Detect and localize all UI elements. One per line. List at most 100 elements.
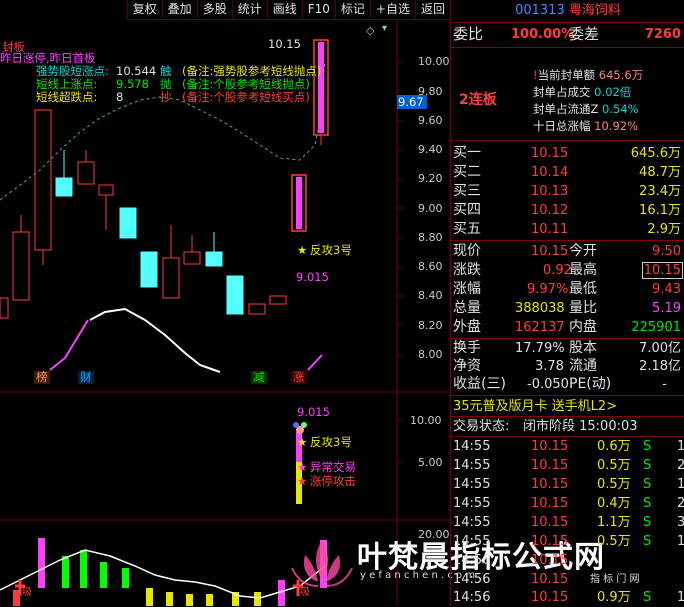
tick-count: 1 [677, 590, 684, 605]
weicha-label: 委差 [569, 25, 600, 43]
sub-annotation: 涨停攻击 [310, 474, 356, 488]
stats-row: 收益(三) -0.050 PE(动) - [451, 375, 684, 394]
trade-status-label: 交易状态: [453, 419, 510, 434]
stock-header: 001313 粤海饲料 [451, 1, 684, 20]
weibi-label: 委比 [453, 25, 484, 43]
stats-label: 流通 [569, 358, 597, 374]
vol-bar [80, 550, 87, 588]
sub-y-tick: 5.00 [418, 456, 443, 469]
toolbar-add-watchlist-button[interactable]: +自选 [369, 0, 415, 20]
toolbar-mark-button[interactable]: 标记 [334, 0, 370, 20]
order-row[interactable]: 买五 10.11 2.9万 [451, 220, 684, 239]
star-icon: ★ [297, 243, 308, 257]
vol-bar [38, 538, 45, 588]
seal-info: !当前封单额 645.6万 封单占成交 0.02倍 封单占流通Z 0.54% 十… [533, 68, 644, 133]
y-tick: 10.00 [418, 55, 450, 68]
order-price: 10.12 [531, 203, 569, 218]
quote-value: 9.97% [527, 282, 569, 297]
vol-bar [206, 594, 213, 606]
tick-price: 10.15 [531, 534, 569, 549]
quote-label: 最高 [569, 262, 597, 278]
quote-row: 涨跌 0.92 最高 10.15 [451, 261, 684, 280]
toolbar-statistics-button[interactable]: 统计 [231, 0, 267, 20]
tick-vol: 0.5万 [597, 458, 631, 473]
stats-label: 股本 [569, 340, 597, 356]
stats-value: 3.78 [535, 359, 564, 374]
order-row[interactable]: 买二 10.14 48.7万 [451, 163, 684, 182]
candle-up [162, 257, 180, 299]
stats-value: -0.050 [527, 377, 569, 392]
toolbar-f10-button[interactable]: F10 [301, 0, 335, 20]
order-row[interactable]: 买四 10.12 16.1万 [451, 201, 684, 220]
tick-side: S [643, 458, 652, 473]
seal-label: 当前封单额 [537, 68, 596, 82]
candle-up [183, 251, 201, 265]
tick-row: 14:55 10.15 1.1万 S 3 [451, 513, 684, 532]
legend-flag: 抄 [160, 90, 172, 104]
toolbar-back-button[interactable]: 返回 [414, 0, 450, 20]
kline-chart[interactable] [0, 20, 450, 606]
tick-price: 10.15 [531, 515, 569, 530]
candle-down [119, 207, 137, 239]
toolbar-multi-stock-button[interactable]: 多股 [196, 0, 232, 20]
quote-value: 388038 [515, 301, 565, 316]
seal-value: 0.02倍 [594, 85, 632, 99]
quote-label: 最低 [569, 281, 597, 297]
order-row[interactable]: 买三 10.13 23.4万 [451, 182, 684, 201]
tick-price: 10.15 [531, 496, 569, 511]
star-icon: ★ [297, 460, 308, 474]
stock-code: 001313 [515, 3, 565, 18]
quote-value: 10.15 [641, 262, 683, 279]
tick-row: 14:55 10.15 0.6万 S 1 [451, 437, 684, 456]
tick-row: 14:56 10.15 0.9万 S 1 [451, 588, 684, 607]
legend-name: 短线超跌点: [36, 90, 98, 104]
quote-value: 0.92 [543, 263, 572, 278]
toolbar-restore-rights-button[interactable]: 复权 [126, 0, 162, 20]
tick-side: S [643, 496, 652, 511]
quote-row: 现价 10.15 今开 9.50 [451, 242, 684, 261]
tick-vol: 0.9万 [597, 590, 631, 605]
sub-price-label: 9.015 [297, 405, 330, 419]
order-row[interactable]: 买一 10.15 645.6万 [451, 144, 684, 163]
indicator-white-line [89, 307, 221, 373]
vol-bar [62, 556, 69, 588]
marker-zhang[interactable]: 涨 [291, 371, 307, 384]
promo-link[interactable]: 35元普及版月卡 送手机L2> [451, 397, 684, 416]
quote-label: 量比 [569, 300, 597, 316]
tick-time: 14:56 [453, 590, 491, 605]
tick-count: 2 [677, 458, 684, 473]
tick-vol: 1.1万 [597, 515, 631, 530]
order-vol: 16.1万 [639, 203, 681, 218]
balloon-icon [301, 422, 307, 428]
tick-side: S [643, 515, 652, 530]
stats-label: 净资 [453, 358, 481, 374]
order-price: 10.11 [531, 222, 569, 237]
order-label: 买四 [453, 202, 481, 218]
tick-side: S [643, 534, 652, 549]
y-tick: 8.80 [418, 231, 443, 244]
marker-jian[interactable]: 减 [251, 371, 267, 384]
marker-bang[interactable]: 榜 [34, 371, 50, 384]
candle-up [34, 109, 52, 251]
weibi-row: 委比 100.00% 委差 7260 [451, 25, 684, 44]
tick-price: 10.15 [531, 477, 569, 492]
order-label: 买一 [453, 145, 481, 161]
stats-value: - [662, 377, 667, 392]
y-tick: 8.40 [418, 289, 443, 302]
promo-text[interactable]: 35元普及版月卡 送手机L2> [453, 397, 617, 416]
weicha-value: 7260 [644, 27, 681, 42]
flag-text: 吸 [22, 587, 32, 598]
toolbar-draw-line-button[interactable]: 画线 [266, 0, 302, 20]
tick-time: 14:55 [453, 515, 491, 530]
quote-value: 5.19 [652, 301, 681, 316]
high-price-label: 10.15 [268, 37, 301, 51]
order-vol: 23.4万 [639, 184, 681, 199]
tick-time: 14:55 [453, 439, 491, 454]
order-label: 买二 [453, 164, 481, 180]
annotation-fangong: 反攻3号 [310, 243, 352, 257]
quote-row: 总量 388038 量比 5.19 [451, 299, 684, 318]
marker-cai[interactable]: 财 [78, 371, 94, 384]
toolbar-overlay-button[interactable]: 叠加 [161, 0, 197, 20]
tick-count: 3 [677, 515, 684, 530]
y-tick: 8.60 [418, 260, 443, 273]
